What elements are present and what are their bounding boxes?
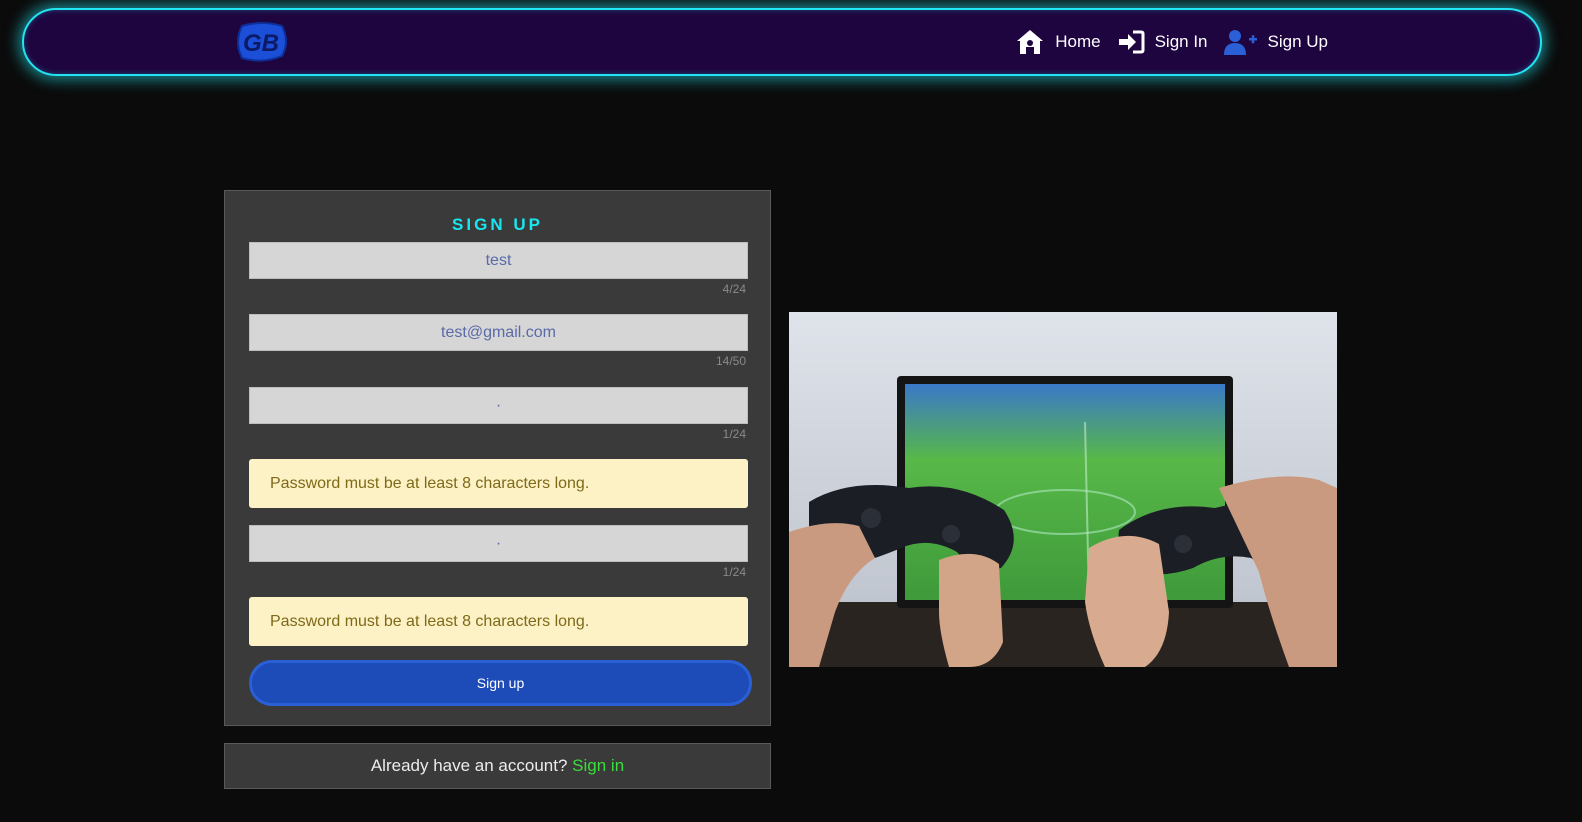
password-input[interactable] [249,387,748,424]
email-counter: 14/50 [715,354,746,368]
signup-title: SIGN UP [452,215,543,234]
gaming-hero-image [789,312,1337,667]
password-error-alert: Password must be at least 8 characters l… [249,459,748,508]
svg-text:GB: GB [243,30,279,57]
sign-in-prompt-card: Already have an account? Sign in [224,743,771,789]
password-counter: 1/24 [722,427,746,441]
nav-home-label: Home [1055,32,1101,51]
username-input[interactable] [249,242,748,279]
confirm-password-input[interactable] [249,525,748,562]
nav-sign-up-label: Sign Up [1267,32,1328,51]
sign-in-icon [1117,29,1145,55]
brand-logo[interactable]: GB [232,20,290,64]
signup-card: SIGN UP 4/24 14/50 1/24 Password must be… [224,190,771,726]
nav-sign-in-link[interactable]: Sign In [1117,29,1208,55]
user-plus-icon [1223,29,1258,55]
sign-in-prompt-text: Already have an account? [370,756,568,775]
nav-links: Home Sign In Sign Up [1015,10,1328,74]
sign-up-button[interactable]: Sign up [249,660,752,706]
nav-sign-in-label: Sign In [1154,32,1208,51]
nav-sign-up-link[interactable]: Sign Up [1223,29,1328,55]
username-counter: 4/24 [722,282,746,296]
home-icon [1015,28,1045,56]
email-input[interactable] [249,314,748,351]
top-navbar: GB Home Sign In Sign Up [22,8,1542,76]
nav-home-link[interactable]: Home [1015,28,1101,56]
sign-in-link[interactable]: Sign in [572,756,624,775]
confirm-password-error-alert: Password must be at least 8 characters l… [249,597,748,646]
confirm-password-counter: 1/24 [722,565,746,579]
